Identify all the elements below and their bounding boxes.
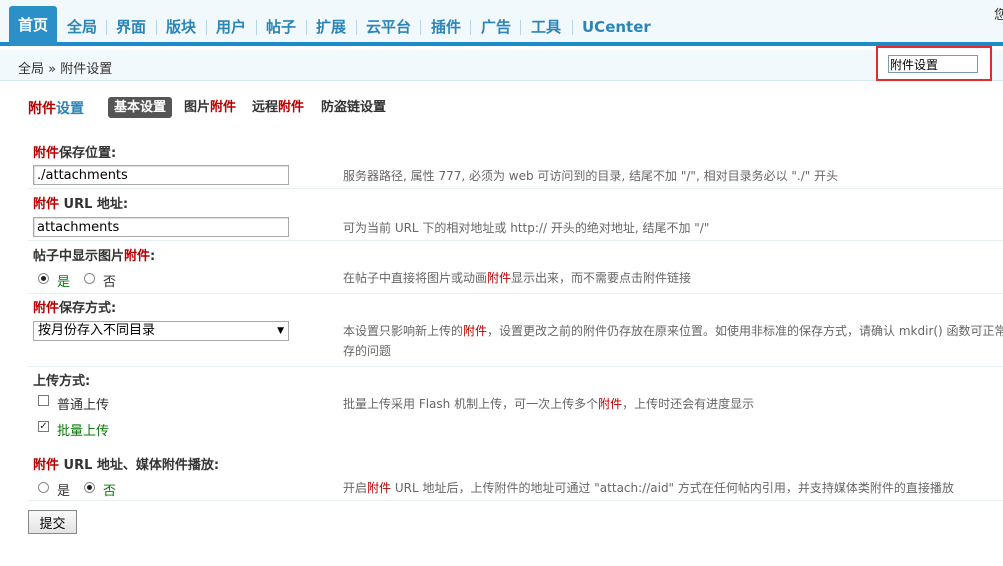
setting-attachment-url: 附件 URL 地址: 可为当前 URL 下的相对地址或 http:// 开头的绝… xyxy=(28,190,1003,241)
radio-label-no[interactable]: 否 xyxy=(103,480,116,499)
save-location-input[interactable] xyxy=(33,165,289,185)
setting-label: 附件 URL 地址、媒体附件播放: xyxy=(33,458,220,473)
nav-tab-ads[interactable]: 广告 xyxy=(471,16,521,42)
radio-label-yes[interactable]: 是 xyxy=(57,271,70,290)
checkbox-label-normal-upload[interactable]: 普通上传 xyxy=(57,394,109,413)
tab-hotlink-settings[interactable]: 防盗链设置 xyxy=(315,97,392,118)
setting-label: 上传方式: xyxy=(33,374,91,389)
media-play-yes-radio[interactable] xyxy=(38,482,49,493)
setting-label: 附件 URL 地址: xyxy=(33,197,129,212)
nav-tab-tools[interactable]: 工具 xyxy=(521,16,571,42)
dropdown-arrow-icon: ▼ xyxy=(277,326,284,336)
nav-tab-users[interactable]: 用户 xyxy=(206,16,256,42)
setting-tip: 服务器路径, 属性 777, 必须为 web 可访问到的目录, 结尾不加 "/"… xyxy=(343,169,839,183)
setting-label: 附件保存位置: xyxy=(33,146,117,161)
setting-label: 帖子中显示图片附件: xyxy=(33,249,156,264)
setting-tip: 可为当前 URL 下的相对地址或 http:// 开头的绝对地址, 结尾不加 "… xyxy=(343,221,710,235)
show-images-yes-radio[interactable] xyxy=(38,273,49,284)
setting-tip: 本设置只影响新上传的附件，设置更改之前的附件仍存放在原来位置。如使用非标准的保存… xyxy=(343,324,1003,338)
setting-tip: 批量上传采用 Flash 机制上传，可一次上传多个附件，上传时还会有进度显示 xyxy=(343,397,755,411)
search-highlight-box xyxy=(876,46,992,81)
media-play-no-radio[interactable] xyxy=(84,482,95,493)
breadcrumb-bar: 全局 » 附件设置 xyxy=(0,46,1003,81)
show-images-no-radio[interactable] xyxy=(84,273,95,284)
nav-tab-cloud-platform[interactable]: 云平台 xyxy=(356,16,421,42)
setting-tip: 开启附件 URL 地址后，上传附件的地址可通过 "attach://aid" 方… xyxy=(343,481,954,495)
normal-upload-checkbox[interactable] xyxy=(38,395,49,406)
radio-label-yes[interactable]: 是 xyxy=(57,480,70,499)
search-input[interactable] xyxy=(888,55,978,73)
setting-save-method: 附件保存方式: 按月份存入不同目录 ▼ 本设置只影响新上传的附件，设置更改之前的… xyxy=(28,295,1003,367)
nav-tab-forums[interactable]: 版块 xyxy=(156,16,206,42)
tab-image-attachments[interactable]: 图片附件 xyxy=(178,97,242,118)
setting-tip-line2: 存的问题 xyxy=(343,344,392,358)
nav-tab-plugins[interactable]: 插件 xyxy=(421,16,471,42)
top-navigation: 首页 全局 界面 版块 用户 帖子 扩展 云平台 插件 广告 工具 UCente… xyxy=(0,0,1003,46)
nav-tab-extensions[interactable]: 扩展 xyxy=(306,16,356,42)
setting-tip: 在帖子中直接将图片或动画附件显示出来，而不需要点击附件链接 xyxy=(343,271,692,285)
nav-tab-global[interactable]: 全局 xyxy=(57,16,107,42)
tab-remote-attachments[interactable]: 远程附件 xyxy=(246,97,310,118)
submit-button[interactable]: 提交 xyxy=(28,510,77,534)
setting-upload-method: 上传方式: 普通上传 ✓ 批量上传 批量上传采用 Flash 机制上传，可一次上… xyxy=(28,368,1003,450)
setting-label: 附件保存方式: xyxy=(33,301,117,316)
nav-tab-ucenter[interactable]: UCenter xyxy=(572,16,661,42)
checkbox-label-batch-upload[interactable]: 批量上传 xyxy=(57,420,109,439)
nav-tab-home[interactable]: 首页 xyxy=(9,6,58,46)
setting-media-attachment-play: 附件 URL 地址、媒体附件播放: 是 否 开启附件 URL 地址后，上传附件的… xyxy=(28,451,1003,501)
nav-tab-interface[interactable]: 界面 xyxy=(106,16,156,42)
setting-save-location: 附件保存位置: 服务器路径, 属性 777, 必须为 web 可访问到的目录, … xyxy=(28,139,1003,189)
breadcrumb: 全局 » 附件设置 xyxy=(18,62,113,77)
nav-corner-text: 您 xyxy=(993,8,1003,23)
page-title: 附件设置 xyxy=(28,101,84,117)
tab-basic-settings[interactable]: 基本设置 xyxy=(108,97,173,118)
setting-show-image-attachments: 帖子中显示图片附件: 是 否 在帖子中直接将图片或动画附件显示出来，而不需要点击… xyxy=(28,242,1003,294)
sub-navigation: 附件设置 基本设置 图片附件 远程附件 防盗链设置 xyxy=(0,96,1003,120)
radio-label-no[interactable]: 否 xyxy=(103,271,116,290)
nav-tab-posts[interactable]: 帖子 xyxy=(256,16,306,42)
attachment-url-input[interactable] xyxy=(33,217,289,237)
save-method-select[interactable]: 按月份存入不同目录 ▼ xyxy=(33,321,289,341)
batch-upload-checkbox[interactable]: ✓ xyxy=(38,421,49,432)
